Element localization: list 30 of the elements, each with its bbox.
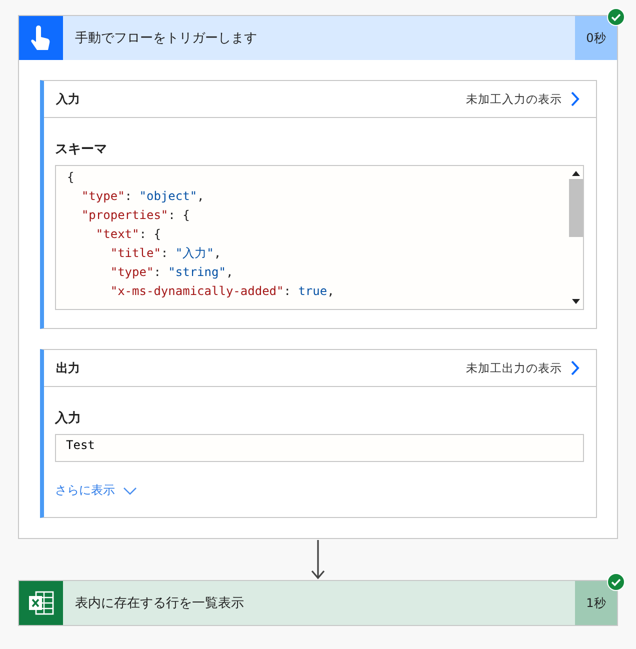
code-line: "type": "object", [80,188,206,205]
code-editor[interactable]: { "type": "object", "properties": { "text": { "title": "入力", "type": "string", "x-ms-dynamically-added": true, [55,165,584,310]
chevron-right-icon[interactable] [570,360,580,376]
scroll-up-icon[interactable] [571,170,581,176]
code-line: { [67,169,76,186]
code-line: "type": "string", [109,264,234,281]
show-more-link[interactable]: さらに表示 [55,482,115,499]
input-field[interactable]: Test [55,434,584,462]
duration-label: 0秒 [575,16,617,60]
field-label: 入力 [55,410,82,427]
pointing-hand-icon [30,25,52,51]
down-arrow-icon [311,540,325,580]
duration-label: 1秒 [575,581,617,625]
raw-link[interactable]: 未加工入力の表示 [466,92,562,106]
code-line: "properties": { [80,207,191,224]
code-line: "x-ms-dynamically-added": true, [109,283,336,300]
step-header[interactable]: 手動でフローをトリガーします 0秒 [19,16,617,60]
raw-link[interactable]: 未加工出力の表示 [466,360,562,376]
spreadsheet-icon [28,591,54,615]
scroll-down-icon[interactable] [571,299,581,305]
chevron-right-icon[interactable] [570,91,580,107]
code-line: "text": { [94,226,162,243]
section-title: 入力 [56,90,81,108]
step-title: 手動でフローをトリガーします [74,30,258,47]
field-label: スキーマ [55,141,108,158]
step-title: 表内に存在する行を一覧表示 [74,595,245,612]
step-header[interactable]: 表内に存在する行を一覧表示 1秒 [19,581,617,625]
section-title: 出力 [56,360,81,376]
code-line: "title": "入力", [109,245,222,262]
chevron-down-icon[interactable] [123,486,137,494]
